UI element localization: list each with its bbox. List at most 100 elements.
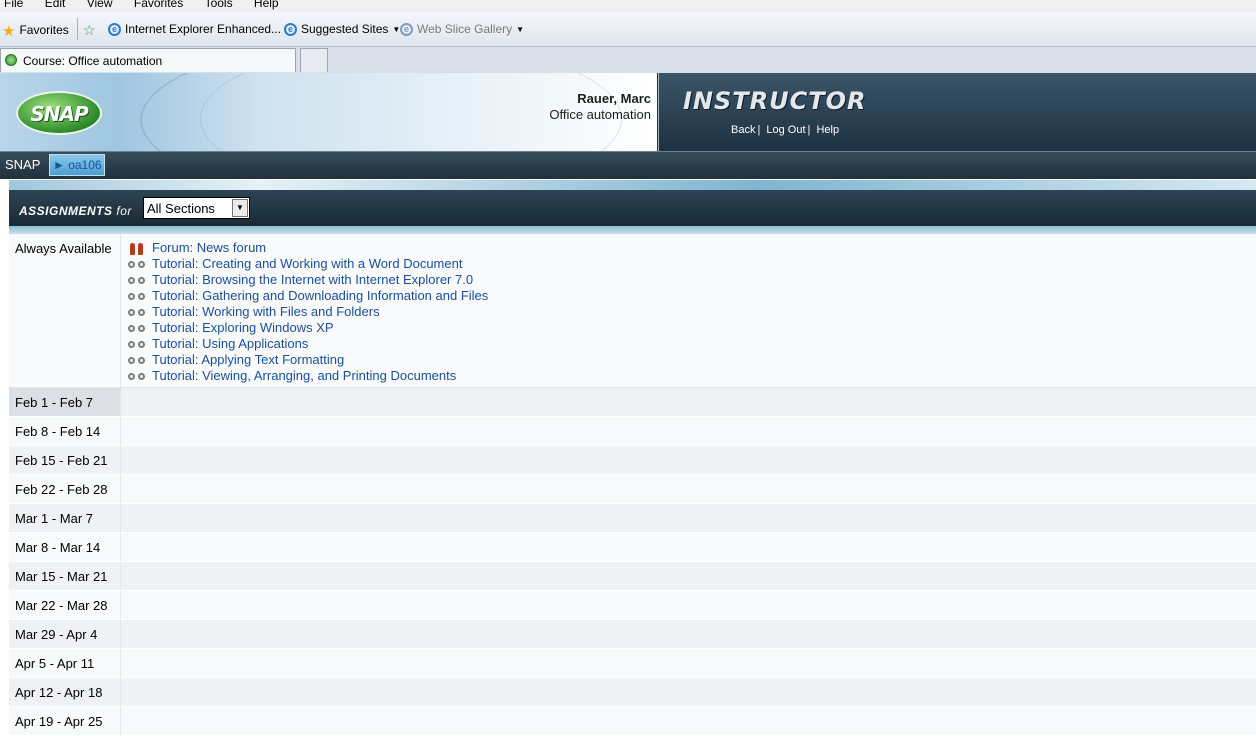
- logo-banner: SNAP Rauer, Marc Office automation: [0, 73, 657, 151]
- section-select[interactable]: All Sections ▼: [143, 197, 250, 219]
- tutorial-icon: [127, 339, 148, 351]
- menu-file[interactable]: File: [4, 0, 23, 10]
- always-available-row: Always Available Forum: News forum Tutor…: [9, 234, 1256, 388]
- header-divider: [9, 180, 1256, 190]
- tutorial-icon: [127, 323, 148, 335]
- snap-logo-text: SNAP: [18, 102, 100, 126]
- week-row: Mar 8 - Mar 14: [9, 533, 1256, 562]
- favorites-button[interactable]: ★ Favorites: [2, 22, 69, 40]
- activity-link[interactable]: Tutorial: Using Applications: [152, 336, 308, 351]
- breadcrumb-course[interactable]: ► oa106: [49, 154, 105, 176]
- activity-tutorial[interactable]: Tutorial: Viewing, Arranging, and Printi…: [127, 368, 1256, 384]
- week-content: [121, 591, 1256, 620]
- menu-view[interactable]: View: [87, 0, 113, 10]
- favorites-label: Favorites: [19, 23, 68, 37]
- activity-tutorial[interactable]: Tutorial: Exploring Windows XP: [127, 320, 1256, 336]
- week-content: [121, 504, 1256, 533]
- activity-link[interactable]: Tutorial: Viewing, Arranging, and Printi…: [152, 368, 456, 383]
- week-row: Feb 1 - Feb 7: [9, 388, 1256, 417]
- assignments-divider: [9, 226, 1256, 234]
- browser-tab-bar: Course: Office automation: [0, 47, 1256, 74]
- ie-page-icon: e: [108, 23, 121, 36]
- week-row: Feb 22 - Feb 28: [9, 475, 1256, 504]
- assignments-title-text: ASSIGNMENTS: [19, 204, 113, 218]
- add-favorite-icon: ☆: [83, 22, 96, 39]
- tutorial-icon: [127, 291, 148, 303]
- activity-tutorial[interactable]: Tutorial: Working with Files and Folders: [127, 304, 1256, 320]
- course-name: Office automation: [549, 107, 651, 122]
- week-row: Feb 15 - Feb 21: [9, 446, 1256, 475]
- week-content: [121, 533, 1256, 562]
- week-label: Feb 15 - Feb 21: [9, 446, 121, 475]
- week-label: Apr 12 - Apr 18: [9, 678, 121, 707]
- favorites-star-icon: ★: [2, 22, 15, 40]
- chevron-down-icon[interactable]: ▼: [232, 199, 248, 217]
- week-label: Feb 8 - Feb 14: [9, 417, 121, 446]
- add-to-favorites-button[interactable]: ☆: [83, 22, 100, 39]
- fav-link-ie-enhanced[interactable]: e Internet Explorer Enhanced...: [108, 22, 281, 36]
- week-row: Apr 19 - Apr 25: [9, 707, 1256, 736]
- new-tab-button[interactable]: [300, 48, 328, 72]
- back-link[interactable]: Back: [731, 124, 755, 136]
- suggested-sites-icon: e: [284, 23, 297, 36]
- user-name: Rauer, Marc: [577, 91, 651, 106]
- link-separator: |: [757, 124, 760, 136]
- week-label: Mar 29 - Apr 4: [9, 620, 121, 649]
- link-separator: |: [808, 124, 811, 136]
- fav-link-label: Internet Explorer Enhanced...: [125, 22, 281, 36]
- forum-icon: [127, 243, 148, 255]
- menu-favorites[interactable]: Favorites: [134, 0, 183, 10]
- header-links: Back| Log Out| Help: [731, 124, 839, 136]
- assignments-table: Always Available Forum: News forum Tutor…: [9, 234, 1256, 736]
- activity-tutorial[interactable]: Tutorial: Creating and Working with a Wo…: [127, 256, 1256, 272]
- menu-tools[interactable]: Tools: [205, 0, 233, 10]
- tutorial-icon: [127, 371, 148, 383]
- assignments-title: ASSIGNMENTS for: [19, 204, 132, 218]
- week-label: Apr 5 - Apr 11: [9, 649, 121, 678]
- snap-logo[interactable]: SNAP: [16, 91, 102, 135]
- tutorial-icon: [127, 307, 148, 319]
- menu-help[interactable]: Help: [254, 0, 279, 10]
- activity-link[interactable]: Tutorial: Working with Files and Folders: [152, 304, 380, 319]
- week-label: Mar 15 - Mar 21: [9, 562, 121, 591]
- web-slice-icon: e: [400, 23, 413, 36]
- activity-tutorial[interactable]: Tutorial: Browsing the Internet with Int…: [127, 272, 1256, 288]
- role-panel: INSTRUCTOR Back| Log Out| Help: [658, 73, 1256, 151]
- week-row: Feb 8 - Feb 14: [9, 417, 1256, 446]
- section-select-value: All Sections: [147, 201, 215, 216]
- activity-link[interactable]: Tutorial: Creating and Working with a Wo…: [152, 256, 462, 271]
- activity-tutorial[interactable]: Tutorial: Applying Text Formatting: [127, 352, 1256, 368]
- week-content: [121, 678, 1256, 707]
- activity-link[interactable]: Tutorial: Exploring Windows XP: [152, 320, 334, 335]
- breadcrumb-home[interactable]: SNAP: [5, 157, 40, 172]
- chevron-down-icon: ▼: [516, 25, 524, 34]
- fav-link-suggested-sites[interactable]: eSuggested Sites▼: [284, 22, 400, 36]
- logout-link[interactable]: Log Out: [766, 124, 805, 136]
- activity-link[interactable]: Tutorial: Applying Text Formatting: [152, 352, 344, 367]
- activity-tutorial[interactable]: Tutorial: Gathering and Downloading Info…: [127, 288, 1256, 304]
- week-content: [121, 620, 1256, 649]
- activity-link[interactable]: Tutorial: Browsing the Internet with Int…: [152, 272, 473, 287]
- role-title: INSTRUCTOR: [683, 87, 867, 115]
- week-row: Mar 29 - Apr 4: [9, 620, 1256, 649]
- week-content: [121, 446, 1256, 475]
- activity-link[interactable]: Forum: News forum: [152, 240, 266, 255]
- assignments-header: ASSIGNMENTS for All Sections ▼: [9, 190, 1256, 226]
- week-content: [121, 562, 1256, 591]
- menu-edit[interactable]: Edit: [45, 0, 66, 10]
- tutorial-icon: [127, 355, 148, 367]
- help-link[interactable]: Help: [816, 124, 839, 136]
- browser-tab-active[interactable]: Course: Office automation: [0, 48, 296, 72]
- week-content: [121, 417, 1256, 446]
- activity-forum[interactable]: Forum: News forum: [127, 240, 1256, 256]
- site-favicon-icon: [5, 54, 17, 66]
- activity-tutorial[interactable]: Tutorial: Using Applications: [127, 336, 1256, 352]
- activity-link[interactable]: Tutorial: Gathering and Downloading Info…: [152, 288, 488, 303]
- breadcrumb-course-label: ► oa106: [53, 158, 102, 172]
- fav-link-web-slice-gallery[interactable]: e Web Slice Gallery ▼: [400, 22, 524, 36]
- week-row: Apr 12 - Apr 18: [9, 678, 1256, 707]
- fav-link-label: Web Slice Gallery: [417, 22, 512, 36]
- week-row: Mar 1 - Mar 7: [9, 504, 1256, 533]
- always-available-items: Forum: News forum Tutorial: Creating and…: [121, 234, 1256, 388]
- week-content: [121, 707, 1256, 736]
